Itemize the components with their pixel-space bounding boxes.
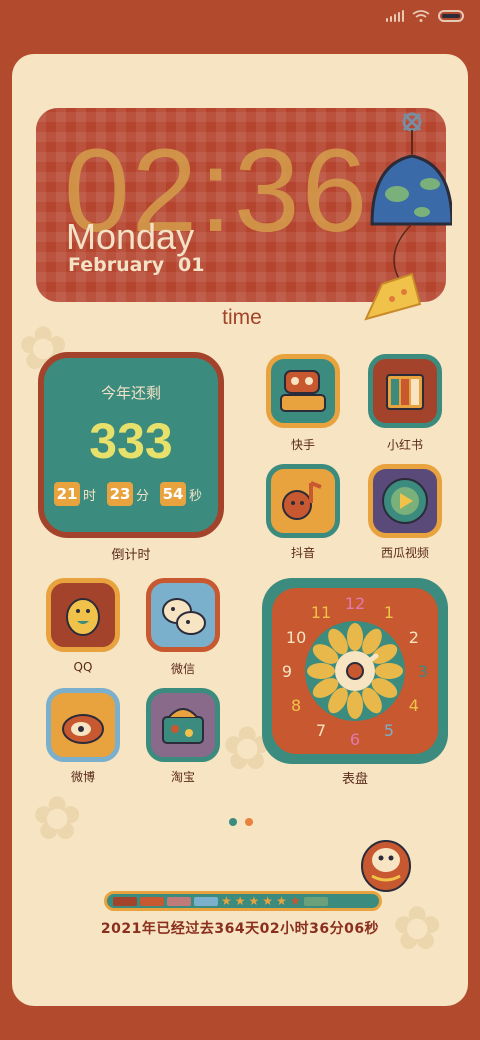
day-label: 01 [178, 254, 205, 276]
clock-face: 12 12 3 45 6 78 9 10 11 [282, 594, 428, 749]
app-label-qq: QQ [73, 660, 93, 674]
app-xigua[interactable] [368, 464, 442, 538]
wind-chime-icon [364, 112, 452, 321]
countdown-days: 333 [89, 413, 173, 469]
year-progress-text: 2021年已经过去364天02小时36分06秒 [100, 921, 380, 937]
app-label-douyin: 抖音 [290, 546, 315, 560]
clock-number: 1 [384, 603, 394, 622]
app-label-kuaishou: 快手 [290, 438, 315, 452]
clock-petal [347, 691, 363, 719]
clock-number: 9 [282, 662, 292, 681]
countdown-hours: 21 [54, 482, 80, 506]
wechat-icon [162, 598, 206, 635]
app-label-wechat: 微信 [170, 662, 195, 676]
page-dot[interactable] [229, 818, 237, 826]
page-dot-active[interactable] [245, 818, 253, 826]
app-label-xiaohongshu: 小红书 [386, 438, 423, 452]
clock-number: 6 [350, 730, 360, 749]
star-icon: ★ [289, 894, 301, 908]
xigua-video-icon [382, 478, 428, 524]
battery-icon [438, 10, 464, 22]
app-kuaishou[interactable] [266, 354, 340, 428]
xiaohongshu-icon [386, 374, 424, 410]
clock-number: 2 [409, 628, 419, 647]
seconds-unit: 秒 [189, 488, 203, 504]
wifi-icon [412, 10, 430, 22]
star-icon: ★ [221, 894, 232, 908]
clock-number: 3 [418, 662, 428, 681]
flower-decoration-icon: ✿ [32, 784, 83, 854]
page-indicator [229, 818, 253, 826]
app-weibo[interactable] [46, 688, 120, 762]
taobao-icon [162, 708, 204, 744]
star-icon: ★ [276, 894, 287, 908]
app-label-xigua: 西瓜视频 [380, 546, 429, 560]
clock-number: 4 [409, 696, 419, 715]
app-label-weibo: 微博 [70, 770, 95, 784]
clock-petal [347, 623, 363, 651]
year-progress-bar: ★ ★ ★ ★ ★ ★ [104, 891, 382, 911]
status-bar [386, 10, 464, 22]
app-taobao[interactable] [146, 688, 220, 762]
star-icon: ★ [262, 894, 274, 908]
clock-number: 10 [286, 628, 306, 647]
analog-clock-widget[interactable]: 12 1 2 3 4 5 6 7 8 9 10 11 [262, 578, 448, 764]
countdown-label: 倒计时 [111, 548, 151, 563]
clock-number: 12 [345, 594, 365, 613]
app-label-taobao: 淘宝 [170, 770, 195, 784]
star-icon: ★ [248, 894, 260, 908]
countdown-time-row: 21 时 23 分 54 秒 [54, 482, 210, 506]
weekday-label: Monday [66, 216, 195, 257]
app-douyin[interactable] [266, 464, 340, 538]
clock-petal [375, 663, 403, 679]
minutes-unit: 分 [136, 488, 150, 504]
month-label: February [68, 254, 165, 276]
countdown-widget[interactable]: 今年还剩 333 21 时 23 分 54 秒 [38, 352, 224, 538]
kuaishou-icon [280, 370, 326, 412]
app-qq[interactable] [46, 578, 120, 652]
countdown-minutes: 23 [107, 482, 134, 506]
signal-icon [386, 10, 404, 22]
hours-unit: 时 [83, 488, 97, 504]
qq-icon [66, 598, 100, 636]
time-widget-label: time [222, 306, 262, 329]
countdown-title: 今年还剩 [100, 384, 161, 402]
app-wechat[interactable] [146, 578, 220, 652]
weibo-icon [62, 714, 104, 744]
clock-number: 5 [384, 721, 394, 740]
clock-number: 7 [316, 721, 326, 740]
star-icon: ★ [234, 894, 246, 908]
home-screen-card: ✿ ✿ ✿ ✿ ✿ 02:36 Monday February 01 time … [12, 54, 468, 1006]
clock-number: 11 [311, 603, 331, 622]
clock-petal [307, 663, 335, 679]
app-xiaohongshu[interactable] [368, 354, 442, 428]
clock-number: 8 [291, 696, 301, 715]
daruma-icon [361, 840, 411, 892]
clock-widget-label: 表盘 [341, 772, 368, 787]
douyin-icon [282, 481, 322, 520]
countdown-seconds: 54 [160, 482, 187, 506]
